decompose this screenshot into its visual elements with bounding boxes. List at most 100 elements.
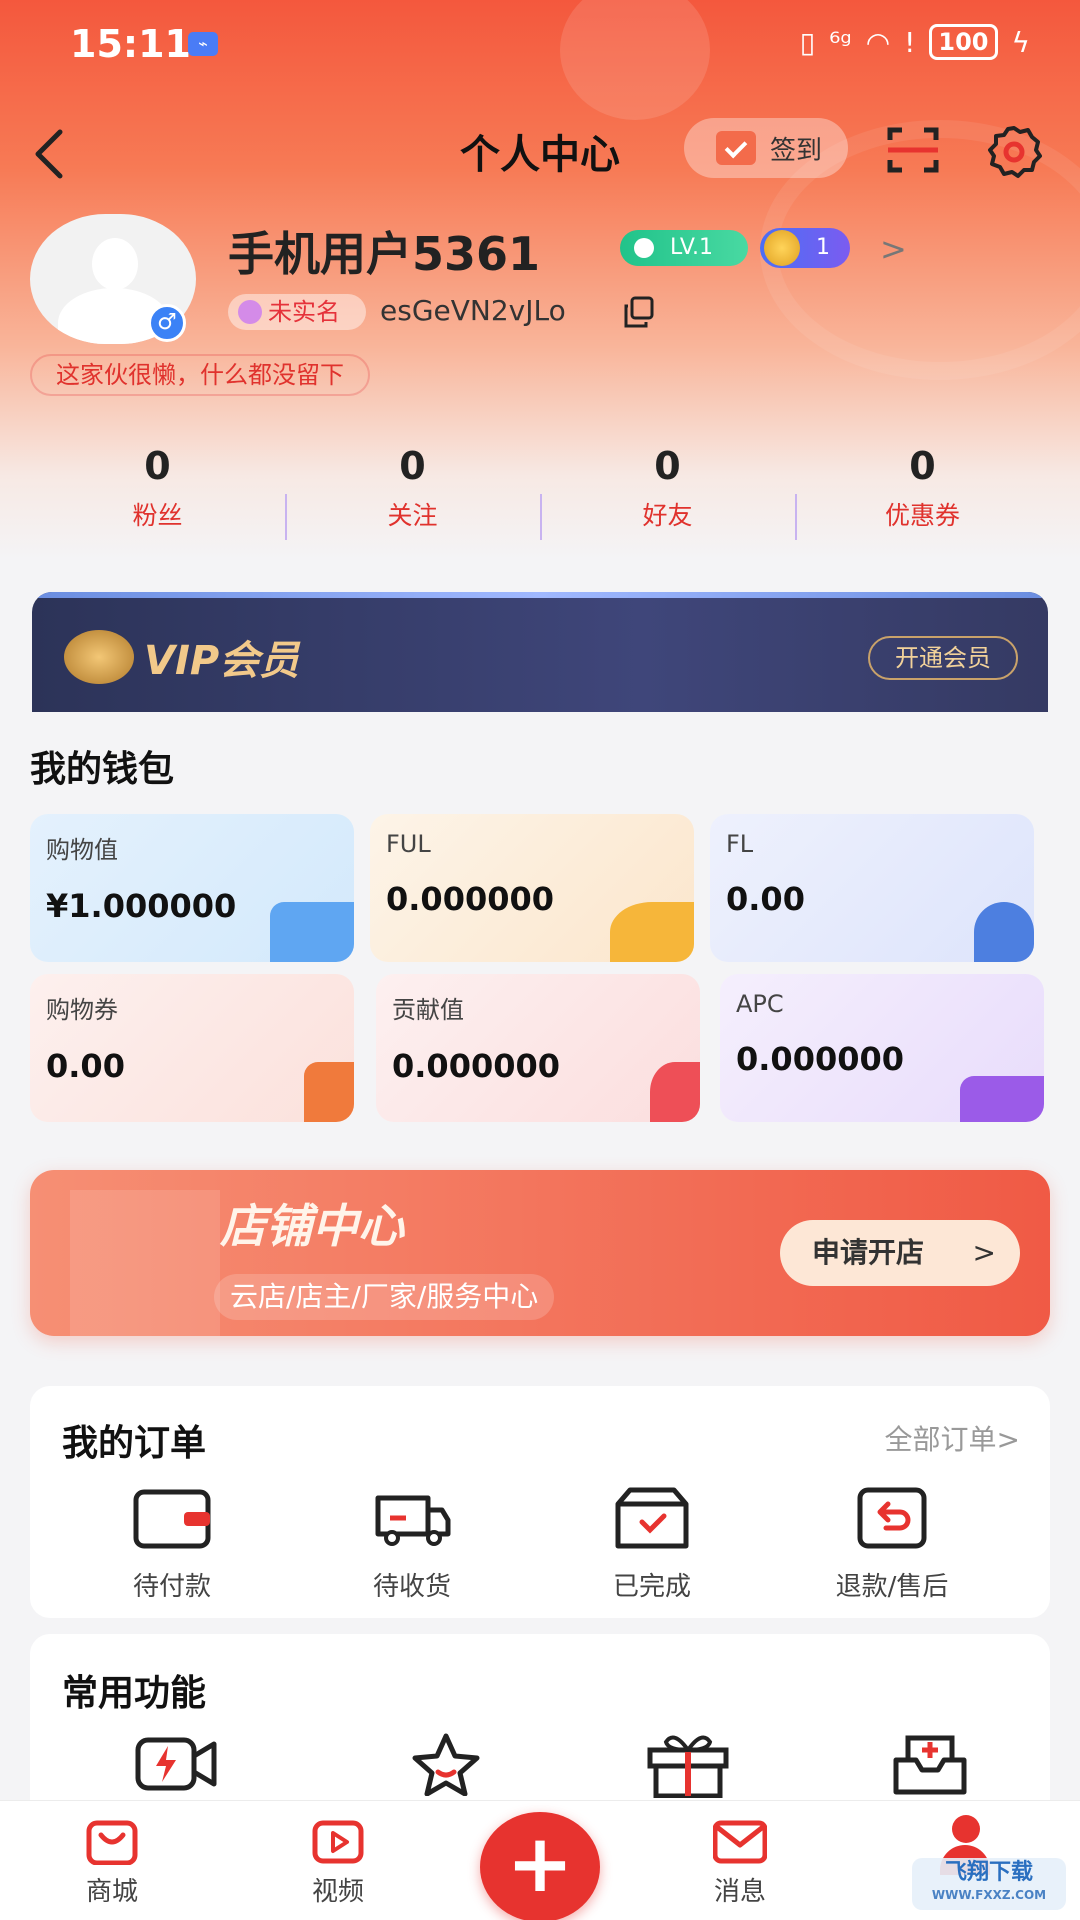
all-orders-link[interactable]: 全部订单> [885, 1418, 1020, 1458]
tab-video[interactable]: 视频 [278, 1819, 398, 1908]
stat-friends[interactable]: 0 好友 [540, 444, 795, 544]
order-pending-payment[interactable]: 待付款 [72, 1486, 272, 1603]
signal-icon: ⁶ᵍ [829, 25, 852, 59]
order-completed[interactable]: 已完成 [552, 1486, 752, 1603]
back-icon[interactable] [30, 124, 70, 184]
wallet-card-shopping-value[interactable]: 购物值 ¥1.000000 [30, 814, 354, 962]
video-play-icon [312, 1820, 364, 1864]
wallet-icon [133, 1489, 211, 1549]
wallet-card-shopping-coupon[interactable]: 购物券 0.00 [30, 974, 354, 1122]
open-vip-button[interactable]: 开通会员 [868, 636, 1018, 680]
vip-banner[interactable]: VIP会员 开通会员 [32, 592, 1048, 712]
heart-icon [650, 1062, 700, 1122]
stat-coupons[interactable]: 0 优惠券 [795, 444, 1050, 544]
functions-title: 常用功能 [62, 1673, 207, 1714]
tab-label: 消息 [713, 1877, 766, 1907]
shop-center-banner[interactable]: 店铺中心 云店/店主/厂家/服务中心 申请开店 > [30, 1170, 1050, 1336]
wallet-card-ful[interactable]: FUL 0.000000 [370, 814, 694, 962]
stat-label: 关注 [387, 501, 438, 530]
money-bag-icon [974, 902, 1034, 962]
order-label: 待收货 [372, 1572, 451, 1602]
status-time: 15:11 [70, 22, 191, 66]
apply-shop-label: 申请开店 [812, 1236, 925, 1269]
shop-title: 店铺中心 [220, 1199, 404, 1253]
charging-icon: ϟ [1011, 25, 1030, 59]
wallet-card-contribution[interactable]: 贡献值 0.000000 [376, 974, 700, 1122]
signin-label: 签到 [770, 135, 823, 166]
tab-messages[interactable]: 消息 [680, 1819, 800, 1908]
stat-value: 0 [654, 444, 681, 488]
chevron-right-icon: > [972, 1236, 996, 1269]
wallet-title: 我的钱包 [30, 749, 175, 790]
vibrate-icon: ▯ [799, 25, 816, 59]
user-id: esGeVN2vJLo [380, 294, 566, 327]
video-flash-icon[interactable] [134, 1734, 220, 1794]
male-icon: ♂ [148, 304, 186, 342]
username: 手机用户5361 [228, 227, 541, 281]
battery-indicator: 100 [929, 24, 998, 60]
stat-following[interactable]: 0 关注 [285, 444, 540, 544]
stat-fans[interactable]: 0 粉丝 [30, 444, 285, 544]
stack-icon [960, 1076, 1044, 1122]
vip-title: VIP会员 [144, 638, 300, 684]
orders-card: 我的订单 全部订单> 待付款 待收货 已完成 退款/售后 [30, 1386, 1050, 1618]
add-button[interactable]: + [480, 1812, 600, 1920]
mail-icon [713, 1820, 767, 1864]
coin-icon [610, 902, 694, 962]
usb-icon: ⌁ [188, 32, 218, 56]
wallet-label: FL [726, 830, 754, 858]
star-icon[interactable] [410, 1732, 482, 1796]
medal-badge: 1 [760, 228, 850, 268]
wallet-value: 0.00 [726, 880, 805, 918]
truck-icon [375, 1495, 451, 1546]
scan-icon[interactable] [886, 126, 940, 174]
refund-icon [857, 1487, 927, 1549]
stat-label: 粉丝 [132, 501, 183, 530]
copy-icon[interactable] [622, 296, 656, 328]
wallet-label: 购物值 [46, 836, 118, 864]
watermark-logo: 飞翔下载 WWW.FXXZ.COM [912, 1858, 1066, 1910]
alert-icon: ! [904, 25, 916, 59]
realname-badge[interactable]: 未实名 [228, 294, 366, 330]
shop-subtitle: 云店/店主/厂家/服务中心 [214, 1274, 555, 1320]
watermark-url: WWW.FXXZ.COM [931, 1888, 1047, 1902]
order-label: 退款/售后 [835, 1572, 949, 1602]
gear-icon[interactable] [986, 124, 1042, 180]
signin-button[interactable]: 签到 [684, 118, 848, 178]
wallet-label: 购物券 [46, 996, 118, 1024]
gift-icon[interactable] [646, 1730, 730, 1798]
order-pending-delivery[interactable]: 待收货 [312, 1486, 512, 1603]
wallet-value: 0.00 [46, 1047, 125, 1085]
lantern-decoration [560, 0, 710, 120]
stat-value: 0 [144, 444, 171, 488]
wallet-value: 0.000000 [392, 1047, 561, 1085]
store-icon [70, 1190, 220, 1336]
tab-mall[interactable]: 商城 [52, 1819, 172, 1908]
tab-label: 视频 [311, 1877, 364, 1907]
shop-bag-icon [86, 1820, 138, 1865]
calendar-icon [716, 131, 756, 165]
order-refund[interactable]: 退款/售后 [792, 1486, 992, 1603]
wallet-value: 0.000000 [736, 1040, 905, 1078]
apply-shop-button[interactable]: 申请开店 > [780, 1220, 1020, 1286]
bio-text[interactable]: 这家伙很懒，什么都没留下 [30, 354, 370, 396]
status-icons: ▯ ⁶ᵍ ◠ ! 100 ϟ [800, 24, 1030, 60]
stat-value: 0 [909, 444, 936, 488]
stat-label: 优惠券 [884, 501, 960, 530]
inbox-add-icon[interactable] [892, 1732, 968, 1796]
order-label: 待付款 [132, 1572, 211, 1602]
vip-glow [32, 592, 1048, 598]
tab-label: 商城 [85, 1877, 138, 1907]
wallet-icon [270, 902, 354, 962]
vip-star-icon [64, 630, 134, 684]
chevron-right-icon[interactable]: > [880, 230, 907, 268]
wallet-card-fl[interactable]: FL 0.00 [710, 814, 1034, 962]
wallet-card-apc[interactable]: APC 0.000000 [720, 974, 1044, 1122]
order-label: 已完成 [612, 1572, 691, 1602]
box-check-icon [615, 1487, 689, 1549]
avatar-head [92, 238, 138, 290]
wallet-label: 贡献值 [392, 996, 464, 1024]
stat-label: 好友 [642, 501, 693, 530]
watermark-text: 飞翔下载 [944, 1860, 1033, 1885]
stats-row: 0 粉丝 0 关注 0 好友 0 优惠券 [30, 444, 1050, 544]
